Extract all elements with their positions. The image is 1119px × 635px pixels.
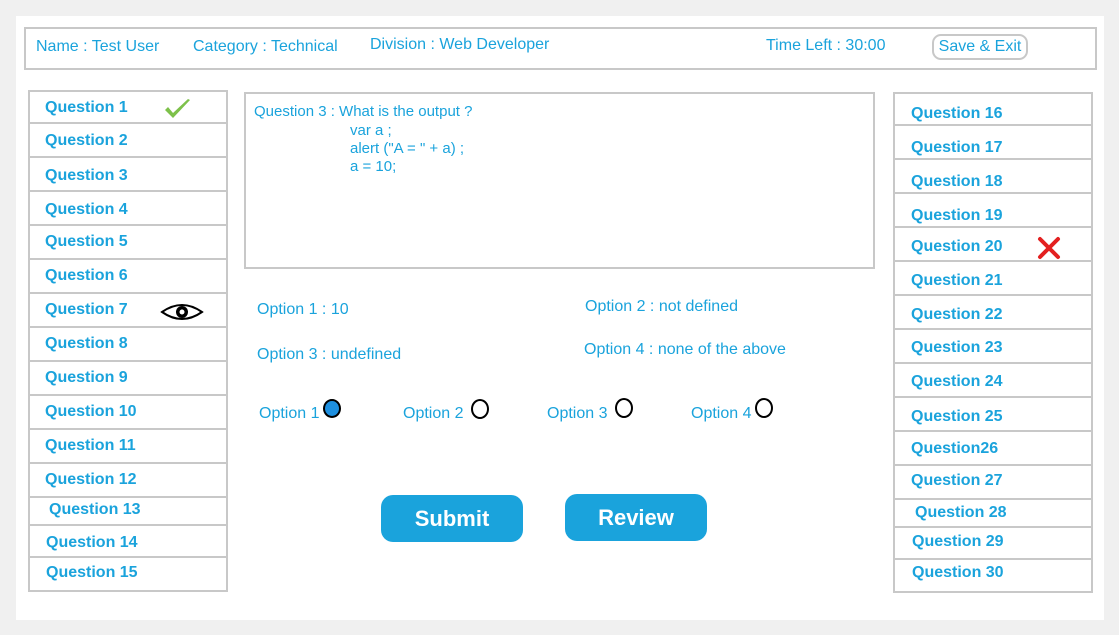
question-nav-label: Question 9 (45, 369, 128, 386)
review-button[interactable]: Review (565, 494, 707, 541)
question-nav-right: Question 16 Question 17 Question 18 Ques… (893, 92, 1093, 593)
question-nav-item-24[interactable]: Question 24 (895, 366, 1091, 398)
radio-label: Option 3 (547, 405, 608, 422)
question-nav-label: Question 3 (45, 167, 128, 184)
question-nav-item-27[interactable]: Question 27 (895, 468, 1091, 500)
question-nav-label: Question 18 (911, 173, 1003, 190)
question-nav-label: Question 2 (45, 132, 128, 149)
question-nav-item-20[interactable]: Question 20 (895, 230, 1091, 262)
radio-empty-icon (615, 398, 633, 418)
question-nav-item-30[interactable]: Question 30 (895, 560, 1091, 592)
submit-button[interactable]: Submit (381, 495, 523, 542)
question-nav-label: Question 23 (911, 339, 1003, 356)
radio-empty-icon (755, 398, 773, 418)
question-nav-label: Question 20 (911, 238, 1003, 255)
question-nav-item-26[interactable]: Question26 (895, 434, 1091, 466)
user-name: Name : Test User (36, 38, 160, 55)
question-nav-item-17[interactable]: Question 17 (895, 128, 1091, 160)
question-nav-item-12[interactable]: Question 12 (30, 466, 226, 498)
code-line: alert ("A = " + a) ; (350, 140, 465, 157)
eye-icon (160, 304, 204, 320)
question-nav-label: Question26 (911, 440, 999, 457)
question-nav-item-19[interactable]: Question 19 (895, 196, 1091, 228)
question-nav-item-18[interactable]: Question 18 (895, 162, 1091, 194)
question-nav-label: Question 6 (45, 267, 128, 284)
option-1-text: Option 1 : 10 (257, 301, 349, 318)
question-nav-label: Question 17 (911, 139, 1003, 156)
question-nav-label: Question 5 (45, 233, 128, 250)
question-nav-item-6[interactable]: Question 6 (30, 262, 226, 294)
question-nav-item-10[interactable]: Question 10 (30, 398, 226, 430)
question-nav-label: Question 14 (46, 534, 138, 551)
question-nav-item-7[interactable]: Question 7 (30, 296, 226, 328)
question-nav-label: Question 28 (915, 504, 1007, 521)
question-nav-label: Question 16 (911, 105, 1003, 122)
question-nav-label: Question 1 (45, 99, 128, 116)
option-3-text: Option 3 : undefined (257, 346, 402, 363)
question-nav-label: Question 10 (45, 403, 137, 420)
question-nav-label: Question 13 (49, 501, 141, 518)
question-nav-item-2[interactable]: Question 2 (30, 126, 226, 158)
division-label: Division : Web Developer (370, 36, 550, 53)
question-nav-label: Question 11 (45, 437, 136, 454)
question-nav-label: Question 8 (45, 335, 128, 352)
question-nav-item-5[interactable]: Question 5 (30, 228, 226, 260)
option-2-text: Option 2 : not defined (585, 298, 738, 315)
question-nav-left: Question 1 Question 2 Question 3 Questio… (28, 90, 228, 592)
question-nav-item-9[interactable]: Question 9 (30, 364, 226, 396)
code-line: var a ; (350, 122, 392, 139)
answer-radio-2[interactable]: Option 2 (403, 399, 498, 427)
question-nav-item-21[interactable]: Question 21 (895, 264, 1091, 296)
cross-icon (1038, 237, 1060, 259)
question-title: Question 3 : What is the output ? (254, 103, 473, 120)
question-nav-label: Question 21 (911, 272, 1003, 289)
question-nav-item-25[interactable]: Question 25 (895, 400, 1091, 432)
question-nav-label: Question 25 (911, 408, 1003, 425)
time-left: Time Left : 30:00 (766, 37, 886, 54)
answer-radio-3[interactable]: Option 3 (547, 398, 642, 427)
question-nav-label: Question 24 (911, 373, 1003, 390)
header-bar: Name : Test User Category : Technical Di… (24, 27, 1097, 70)
question-nav-item-22[interactable]: Question 22 (895, 298, 1091, 330)
question-nav-item-23[interactable]: Question 23 (895, 332, 1091, 364)
question-nav-item-11[interactable]: Question 11 (30, 432, 226, 464)
question-nav-item-28[interactable]: Question 28 (895, 500, 1091, 528)
question-nav-item-4[interactable]: Question 4 (30, 194, 226, 226)
question-nav-label: Question 4 (45, 201, 128, 218)
question-nav-label: Question 30 (912, 564, 1004, 581)
question-nav-item-3[interactable]: Question 3 (30, 160, 226, 192)
code-line: a = 10; (350, 158, 397, 175)
radio-label: Option 4 (691, 405, 752, 422)
question-nav-item-29[interactable]: Question 29 (895, 528, 1091, 560)
radio-selected-icon (323, 399, 341, 418)
answer-radio-1[interactable]: Option 1 (259, 399, 349, 427)
question-nav-label: Question 7 (45, 301, 128, 318)
question-nav-item-14[interactable]: Question 14 (30, 526, 226, 558)
question-nav-item-13[interactable]: Question 13 (30, 498, 226, 526)
question-nav-item-8[interactable]: Question 8 (30, 330, 226, 362)
question-nav-label: Question 29 (912, 533, 1004, 550)
question-nav-label: Question 15 (46, 564, 138, 581)
question-nav-label: Question 22 (911, 306, 1003, 323)
question-nav-label: Question 19 (911, 207, 1003, 224)
question-nav-label: Question 27 (911, 472, 1003, 489)
category-label: Category : Technical (193, 38, 338, 55)
radio-empty-icon (471, 399, 489, 419)
question-nav-item-1[interactable]: Question 1 (30, 92, 226, 124)
answer-radio-4[interactable]: Option 4 (691, 398, 786, 427)
option-4-text: Option 4 : none of the above (584, 341, 786, 358)
question-nav-label: Question 12 (45, 471, 137, 488)
save-exit-button[interactable]: Save & Exit (932, 34, 1028, 60)
question-panel: Question 3 : What is the output ? var a … (244, 92, 875, 269)
question-nav-item-15[interactable]: Question 15 (30, 558, 226, 590)
radio-label: Option 1 (259, 405, 320, 422)
question-nav-item-16[interactable]: Question 16 (895, 94, 1091, 126)
radio-label: Option 2 (403, 405, 464, 422)
check-icon (165, 99, 190, 118)
